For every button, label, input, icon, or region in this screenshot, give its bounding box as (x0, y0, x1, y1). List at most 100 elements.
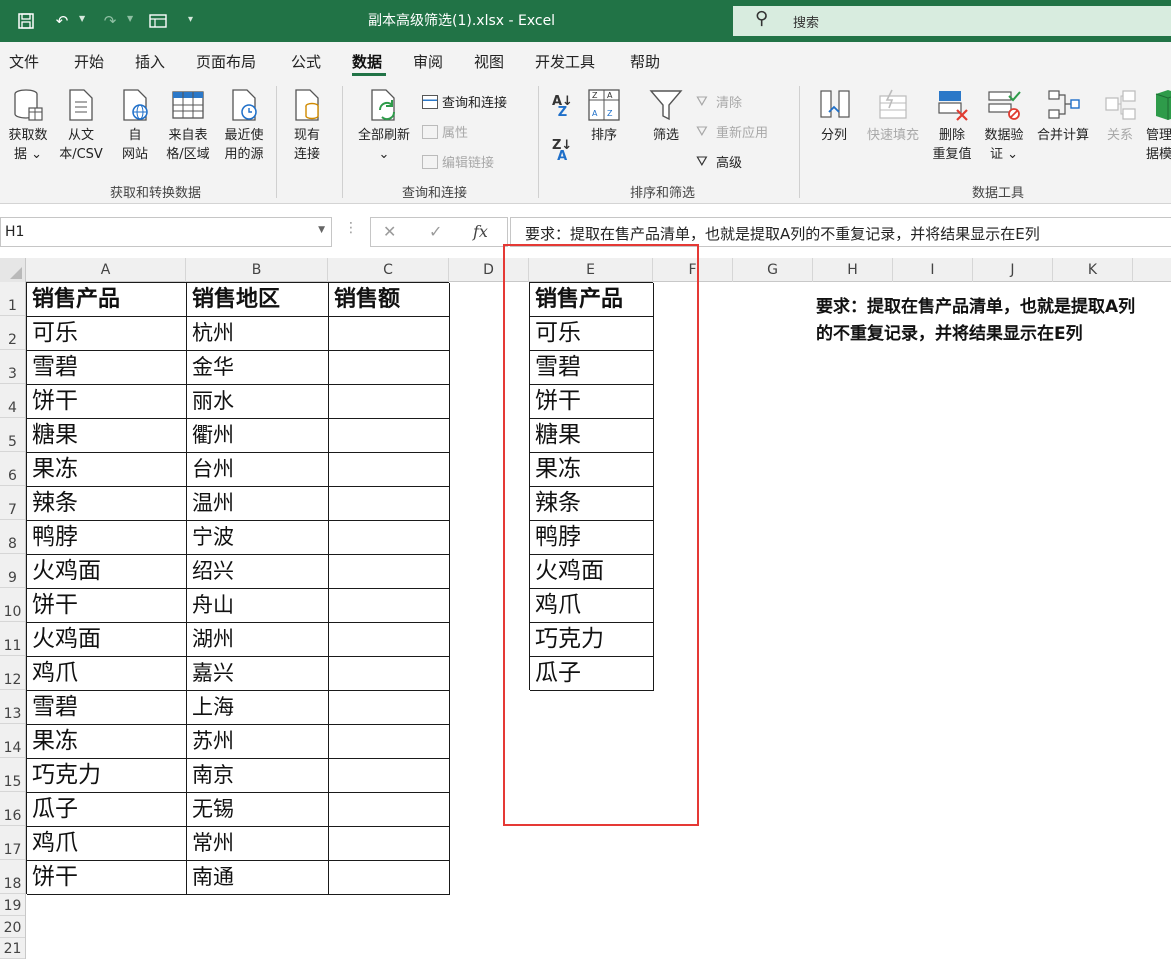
tab-home[interactable]: 开始 (74, 51, 104, 72)
redo-icon[interactable]: ↷ (98, 9, 122, 33)
row-header[interactable]: 18 (0, 860, 25, 894)
region-cell[interactable]: 南通 (187, 861, 329, 895)
region-cell[interactable]: 上海 (187, 691, 329, 725)
queries-connections-button[interactable]: 查询和连接 (422, 92, 507, 111)
search-input[interactable]: 搜索 (793, 12, 819, 31)
column-header-j[interactable]: J (973, 258, 1053, 282)
row-header[interactable]: 14 (0, 724, 25, 758)
row-header[interactable]: 13 (0, 690, 25, 724)
formula-input[interactable]: 要求：提取在售产品清单，也就是提取A列的不重复记录，并将结果显示在E列 (510, 217, 1171, 247)
sales-cell[interactable] (329, 725, 450, 759)
row-header[interactable]: 16 (0, 792, 25, 826)
product-cell[interactable]: 可乐 (27, 317, 187, 351)
sort-descending-button[interactable]: Z↓ A (552, 139, 572, 163)
sales-cell[interactable] (329, 385, 450, 419)
product-cell[interactable]: 饼干 (27, 385, 187, 419)
from-web-button[interactable]: 自 网站 (112, 88, 158, 164)
instruction-note[interactable]: 要求：提取在售产品清单，也就是提取A列的不重复记录，并将结果显示在E列 (816, 294, 1146, 348)
row-header[interactable]: 2 (0, 316, 25, 350)
region-cell[interactable]: 宁波 (187, 521, 329, 555)
row-header[interactable]: 6 (0, 452, 25, 486)
sales-cell[interactable] (329, 589, 450, 623)
product-cell[interactable]: 巧克力 (27, 759, 187, 793)
product-cell[interactable]: 饼干 (27, 589, 187, 623)
row-header[interactable]: 8 (0, 520, 25, 554)
tab-view[interactable]: 视图 (474, 51, 504, 72)
product-cell[interactable]: 鸡爪 (27, 827, 187, 861)
sales-cell[interactable] (329, 623, 450, 657)
sales-cell[interactable] (329, 827, 450, 861)
column-header-b[interactable]: B (186, 258, 328, 282)
select-all-button[interactable] (0, 258, 26, 282)
region-cell[interactable]: 无锡 (187, 793, 329, 827)
tab-formulas[interactable]: 公式 (291, 51, 321, 72)
sales-cell[interactable] (329, 521, 450, 555)
product-cell[interactable]: 雪碧 (27, 691, 187, 725)
product-cell[interactable]: 雪碧 (27, 351, 187, 385)
flash-fill-button[interactable]: 快速填充 (860, 88, 926, 145)
region-cell[interactable]: 金华 (187, 351, 329, 385)
header-cell-product[interactable]: 销售产品 (27, 283, 187, 317)
row-header[interactable]: 5 (0, 418, 25, 452)
column-header-g[interactable]: G (733, 258, 813, 282)
edit-links-button[interactable]: 编辑链接 (422, 152, 494, 171)
column-header-i[interactable]: I (893, 258, 973, 282)
advanced-filter-button[interactable]: ⛛ 高级 (696, 152, 742, 172)
recent-sources-button[interactable]: 最近使 用的源 (218, 88, 270, 164)
tab-file[interactable]: 文件 (9, 51, 39, 72)
region-cell[interactable]: 台州 (187, 453, 329, 487)
product-cell[interactable]: 瓜子 (27, 793, 187, 827)
search-box[interactable]: ⚲ 搜索 (733, 6, 1171, 36)
from-text-csv-button[interactable]: 从文 本/CSV (54, 88, 108, 164)
refresh-all-button[interactable]: 全部刷新 ⌄ (352, 88, 416, 164)
region-cell[interactable]: 南京 (187, 759, 329, 793)
tab-help[interactable]: 帮助 (630, 51, 660, 72)
sales-cell[interactable] (329, 793, 450, 827)
sales-cell[interactable] (329, 317, 450, 351)
column-header-h[interactable]: H (813, 258, 893, 282)
region-cell[interactable]: 舟山 (187, 589, 329, 623)
tab-data[interactable]: 数据 (352, 51, 382, 72)
filter-button[interactable]: 筛选 (644, 88, 688, 145)
save-icon[interactable] (14, 9, 38, 33)
get-data-button[interactable]: 获取数 据 ⌄ (4, 88, 52, 164)
from-table-button[interactable]: 来自表 格/区域 (162, 88, 214, 164)
relationships-button[interactable]: 关系 (1098, 88, 1142, 145)
sales-cell[interactable] (329, 861, 450, 895)
region-cell[interactable]: 杭州 (187, 317, 329, 351)
header-cell-region[interactable]: 销售地区 (187, 283, 329, 317)
undo-icon[interactable]: ↶ (50, 9, 74, 33)
consolidate-button[interactable]: 合并计算 (1032, 88, 1094, 145)
reapply-button[interactable]: ⛛ 重新应用 (696, 122, 768, 142)
product-cell[interactable]: 饼干 (27, 861, 187, 895)
product-cell[interactable]: 火鸡面 (27, 623, 187, 657)
remove-duplicates-button[interactable]: 删除 重复值 (928, 88, 976, 164)
product-cell[interactable]: 糖果 (27, 419, 187, 453)
sort-ascending-button[interactable]: A↓ Z (552, 95, 573, 119)
product-cell[interactable]: 火鸡面 (27, 555, 187, 589)
row-header[interactable]: 4 (0, 384, 25, 418)
column-header-c[interactable]: C (328, 258, 449, 282)
tab-developer[interactable]: 开发工具 (535, 51, 595, 72)
region-cell[interactable]: 湖州 (187, 623, 329, 657)
row-header[interactable]: 19 (0, 894, 25, 916)
row-header[interactable]: 11 (0, 622, 25, 656)
sales-cell[interactable] (329, 555, 450, 589)
sales-cell[interactable] (329, 691, 450, 725)
sales-cell[interactable] (329, 657, 450, 691)
region-cell[interactable]: 丽水 (187, 385, 329, 419)
tab-insert[interactable]: 插入 (135, 51, 165, 72)
row-header[interactable]: 7 (0, 486, 25, 520)
form-icon[interactable] (146, 9, 170, 33)
manage-data-model-button[interactable]: 管理 据模 (1146, 88, 1171, 164)
data-validation-button[interactable]: 数据验 证 ⌄ (980, 88, 1028, 164)
row-header[interactable]: 17 (0, 826, 25, 860)
insert-function-icon[interactable]: fx (473, 222, 488, 241)
name-box[interactable]: H1 ▼ (0, 217, 332, 247)
clear-filter-button[interactable]: ⛛ 清除 (696, 92, 742, 112)
product-cell[interactable]: 鸭脖 (27, 521, 187, 555)
worksheet-grid[interactable]: A B C D E F G H I J K 1 2 3 4 5 6 7 8 9 … (0, 244, 1171, 959)
product-cell[interactable]: 辣条 (27, 487, 187, 521)
region-cell[interactable]: 苏州 (187, 725, 329, 759)
region-cell[interactable]: 绍兴 (187, 555, 329, 589)
